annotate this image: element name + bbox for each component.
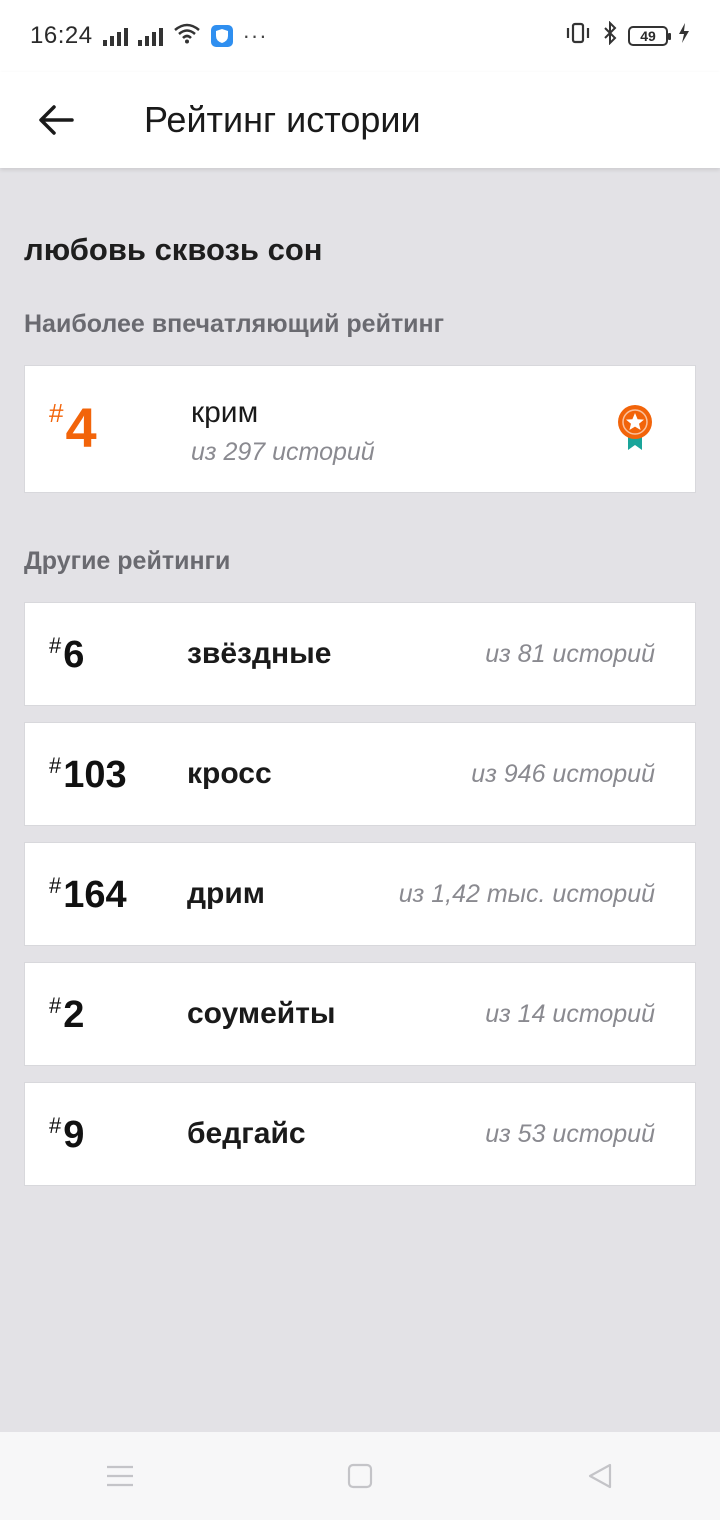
- ranking-total: из 53 историй: [485, 1119, 655, 1148]
- ranking-total: из 297 историй: [191, 438, 375, 466]
- menu-icon: [107, 1465, 133, 1487]
- rank: # 2: [49, 993, 84, 1037]
- ranking-row[interactable]: # 103 кросс из 946 историй: [24, 722, 696, 826]
- other-rankings-list: # 6 звёздные из 81 историй # 103 кросс и…: [24, 602, 696, 1186]
- battery-icon: 49: [628, 26, 671, 46]
- wifi-icon: [173, 22, 201, 51]
- ranking-row[interactable]: # 6 звёздные из 81 историй: [24, 602, 696, 706]
- triangle-back-icon: [588, 1463, 612, 1489]
- ranking-total: из 14 историй: [485, 999, 655, 1028]
- ranking-tag-name: дрим: [187, 877, 266, 910]
- rank-hash: #: [49, 398, 64, 428]
- ranking-total: из 946 историй: [471, 759, 655, 788]
- rank-hash: #: [49, 993, 62, 1018]
- content: любовь сквозь сон Наиболее впечатляющий …: [24, 168, 696, 1202]
- signal-icon: [102, 26, 128, 46]
- best-ranking-label: Наиболее впечатляющий рейтинг: [24, 310, 445, 338]
- other-rankings-label: Другие рейтинги: [24, 547, 231, 575]
- best-rank: # 4: [49, 400, 97, 456]
- vibrate-icon: [564, 22, 592, 51]
- best-ranking-card[interactable]: # 4 крим из 297 историй: [24, 365, 696, 493]
- rank-number: 164: [63, 874, 127, 916]
- ranking-total: из 1,42 тыс. историй: [398, 879, 655, 908]
- rank-number: 4: [65, 396, 97, 459]
- ranking-total: из 81 историй: [485, 639, 655, 668]
- charging-icon: [678, 22, 690, 50]
- back-button[interactable]: [24, 88, 88, 152]
- rank-hash: #: [49, 633, 62, 658]
- square-home-icon: [347, 1463, 373, 1489]
- shield-icon: [210, 25, 233, 47]
- ranking-row[interactable]: # 2 соумейты из 14 историй: [24, 962, 696, 1066]
- ranking-row[interactable]: # 9 бедгайс из 53 историй: [24, 1082, 696, 1186]
- status-bar: 16:24 ··· 49: [0, 0, 720, 72]
- signal-icon-2: [137, 26, 163, 46]
- story-title: любовь сквозь сон: [24, 232, 323, 267]
- rank-number: 6: [63, 634, 85, 676]
- rank-number: 2: [63, 994, 85, 1036]
- page-title: Рейтинг истории: [144, 99, 421, 140]
- rank: # 9: [49, 1113, 84, 1157]
- system-back-button[interactable]: [570, 1446, 630, 1506]
- rank: # 164: [49, 873, 127, 917]
- rank-hash: #: [49, 1113, 62, 1138]
- rank-hash: #: [49, 753, 62, 778]
- ranking-tag-name: бедгайс: [187, 1117, 306, 1150]
- home-button[interactable]: [330, 1446, 390, 1506]
- app-bar: Рейтинг истории: [0, 72, 720, 168]
- rank: # 103: [49, 753, 127, 797]
- rank-number: 103: [63, 754, 127, 796]
- ranking-row[interactable]: # 164 дрим из 1,42 тыс. историй: [24, 842, 696, 946]
- bluetooth-icon: [602, 20, 618, 52]
- ranking-tag-name: кросс: [187, 757, 272, 790]
- ranking-tag-name: соумейты: [187, 997, 336, 1030]
- rank-number: 9: [63, 1114, 85, 1156]
- status-time: 16:24: [30, 22, 93, 49]
- more-notifications-icon: ···: [242, 23, 268, 48]
- rank: # 6: [49, 633, 84, 677]
- system-nav-bar: [0, 1432, 720, 1520]
- ranking-tag-name: звёздные: [187, 637, 332, 670]
- rank-hash: #: [49, 873, 62, 898]
- best-ranking-text: крим из 297 историй: [191, 396, 375, 467]
- recent-apps-button[interactable]: [90, 1446, 150, 1506]
- arrow-left-icon: [39, 105, 74, 135]
- ranking-tag-name: крим: [191, 396, 259, 429]
- medal-star-icon: [618, 405, 652, 450]
